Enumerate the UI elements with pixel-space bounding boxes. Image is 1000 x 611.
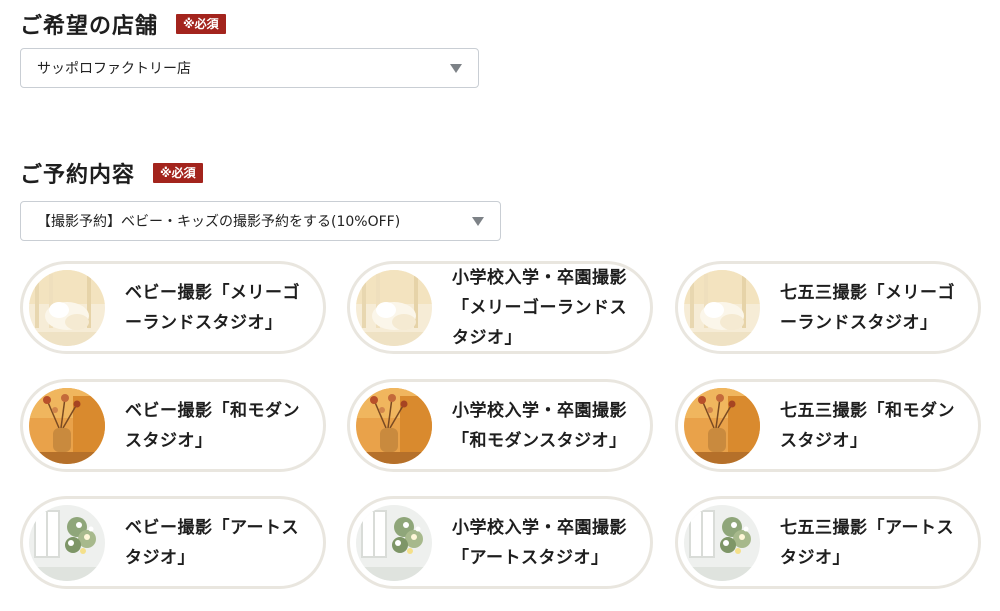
art-studio-image [356, 504, 432, 581]
wa-modern-studio-image [684, 387, 760, 464]
studio-card-shichigosan-wa-modern[interactable]: 七五三撮影「和モダンスタジオ」 [675, 379, 981, 472]
studio-card-label: ベビー撮影「和モダンスタジオ」 [125, 400, 300, 451]
studio-card-label: 小学校入学・卒園撮影「メリーゴーランドスタジオ」 [452, 267, 627, 348]
art-studio-image [29, 504, 105, 581]
merry-go-round-studio-image [356, 269, 432, 346]
wa-modern-studio-image [29, 387, 105, 464]
merry-go-round-studio-image [684, 269, 760, 346]
studio-card-label: 七五三撮影「和モダンスタジオ」 [780, 400, 955, 451]
studio-card-school-merry-go-round[interactable]: 小学校入学・卒園撮影「メリーゴーランドスタジオ」 [347, 261, 653, 354]
chevron-down-icon [450, 64, 462, 73]
studio-card-label: ベビー撮影「アートスタジオ」 [125, 517, 299, 568]
art-studio-image [684, 504, 760, 581]
studio-card-label: 小学校入学・卒園撮影「アートスタジオ」 [452, 517, 627, 568]
studio-card-baby-art[interactable]: ベビー撮影「アートスタジオ」 [20, 496, 326, 589]
merry-go-round-studio-image [29, 269, 105, 346]
plan-select[interactable]: 【撮影予約】ベビー・キッズの撮影予約をする(10%OFF) [20, 201, 501, 241]
studio-card-school-art[interactable]: 小学校入学・卒園撮影「アートスタジオ」 [347, 496, 653, 589]
studio-card-label: 七五三撮影「アートスタジオ」 [780, 517, 954, 568]
required-badge: ※必須 [153, 163, 203, 183]
store-select-value: サッポロファクトリー店 [37, 61, 191, 77]
wa-modern-studio-image [356, 387, 432, 464]
studio-card-shichigosan-art[interactable]: 七五三撮影「アートスタジオ」 [675, 496, 981, 589]
store-section-title: ご希望の店舗 ※必須 [20, 8, 226, 40]
store-title-text: ご希望の店舗 [20, 14, 159, 39]
plan-select-value: 【撮影予約】ベビー・キッズの撮影予約をする(10%OFF) [37, 214, 401, 230]
studio-card-label: 七五三撮影「メリーゴーランドスタジオ」 [780, 282, 955, 333]
store-select[interactable]: サッポロファクトリー店 [20, 48, 479, 88]
studio-card-baby-merry-go-round[interactable]: ベビー撮影「メリーゴーランドスタジオ」 [20, 261, 326, 354]
studio-card-shichigosan-merry-go-round[interactable]: 七五三撮影「メリーゴーランドスタジオ」 [675, 261, 981, 354]
required-badge: ※必須 [176, 14, 226, 34]
chevron-down-icon [472, 217, 484, 226]
reservation-section-title: ご予約内容 ※必須 [20, 157, 203, 189]
studio-card-baby-wa-modern[interactable]: ベビー撮影「和モダンスタジオ」 [20, 379, 326, 472]
studio-card-label: ベビー撮影「メリーゴーランドスタジオ」 [125, 282, 300, 333]
reservation-title-text: ご予約内容 [20, 163, 136, 188]
studio-card-school-wa-modern[interactable]: 小学校入学・卒園撮影「和モダンスタジオ」 [347, 379, 653, 472]
studio-card-label: 小学校入学・卒園撮影「和モダンスタジオ」 [452, 400, 627, 451]
